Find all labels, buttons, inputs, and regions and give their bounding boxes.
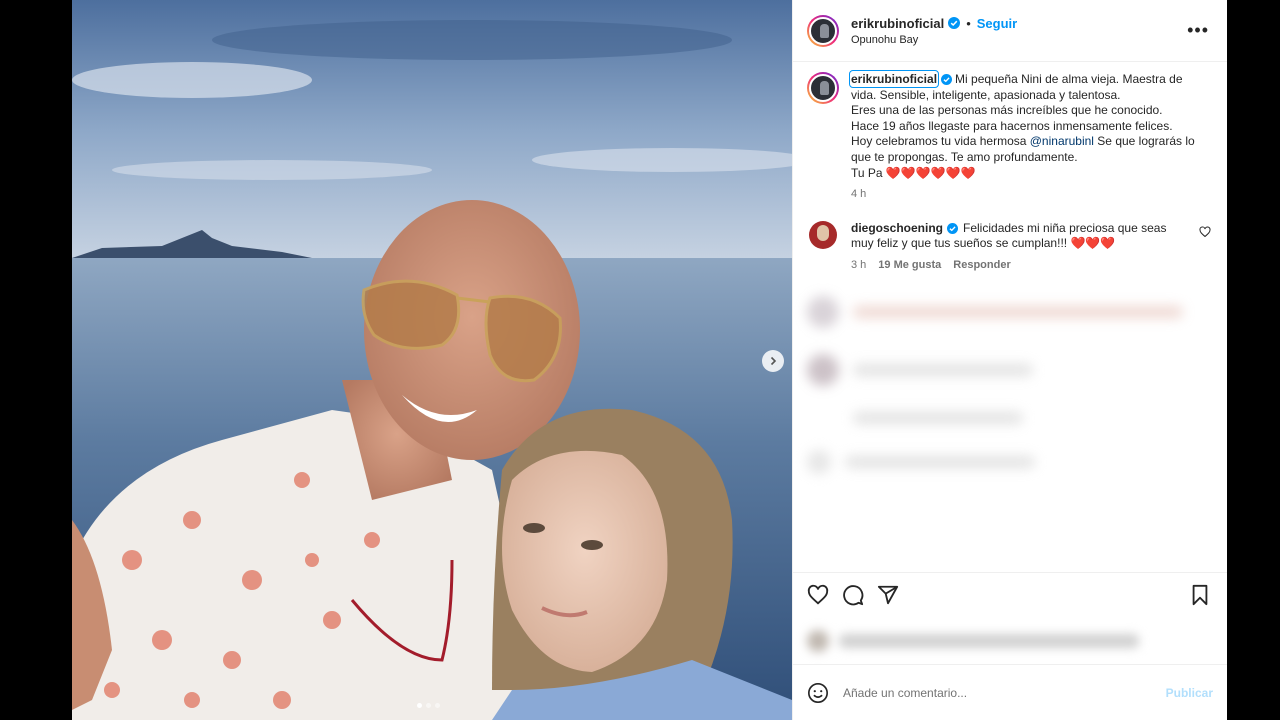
comment-input[interactable] (843, 685, 1166, 700)
photo-scene (72, 0, 792, 720)
emoji-icon (808, 682, 828, 703)
carousel-dot (435, 703, 440, 708)
caption-username[interactable]: erikrubinoficial (848, 70, 940, 88)
mention-link[interactable]: @ninarubinl (1030, 134, 1094, 148)
post-actions (793, 572, 1227, 618)
commenter-username[interactable]: diegoschoening (851, 221, 943, 235)
caption-text: Hoy celebramos tu vida hermosa (851, 134, 1030, 149)
carousel-next-button[interactable] (762, 350, 784, 372)
caption-signoff: Tu Pa ❤️❤️❤️❤️❤️❤️ (851, 165, 976, 180)
add-comment-bar: Publicar (793, 664, 1227, 720)
commenter-avatar[interactable] (809, 220, 837, 249)
post-header: erikrubinoficial • Seguir Opunohu Bay ••… (793, 0, 1227, 62)
more-options-button[interactable]: ••• (1183, 20, 1213, 41)
comment-likes[interactable]: 19 Me gusta (878, 258, 941, 274)
likes-summary-blurred (793, 618, 1227, 664)
comment-timestamp[interactable]: 3 h (851, 258, 866, 274)
reply-button[interactable]: Responder (953, 258, 1010, 274)
comments-section: erikrubinoficial Mi pequeña Nini de alma … (793, 62, 1227, 572)
comment-like-button[interactable] (1199, 225, 1213, 274)
bookmark-icon (1192, 584, 1208, 605)
save-button[interactable] (1189, 584, 1213, 608)
verified-badge-icon (948, 17, 961, 29)
verified-badge-icon (947, 222, 959, 235)
comment-item: diegoschoening Felicidades mi niña precio… (807, 220, 1213, 274)
post-side-panel: erikrubinoficial • Seguir Opunohu Bay ••… (792, 0, 1227, 720)
caption-text: Eres una de las personas más increíbles … (851, 103, 1163, 118)
publish-button[interactable]: Publicar (1166, 686, 1213, 700)
author-avatar[interactable] (807, 14, 839, 47)
separator-dot: • (966, 15, 971, 31)
caption-text: Hace 19 años llegaste para hacernos inme… (851, 118, 1173, 133)
blurred-comments (807, 295, 1213, 474)
like-button[interactable] (807, 584, 831, 608)
carousel-dot (417, 703, 422, 708)
comment-button[interactable] (842, 584, 866, 608)
caption-timestamp[interactable]: 4 h (851, 187, 1206, 203)
comment-icon (843, 584, 864, 605)
share-icon (877, 585, 899, 604)
author-username[interactable]: erikrubinoficial (851, 16, 944, 31)
post-location[interactable]: Opunohu Bay (851, 34, 1183, 46)
share-button[interactable] (877, 584, 901, 608)
carousel-dots (417, 703, 440, 708)
chevron-right-icon (770, 356, 777, 366)
verified-badge-icon (941, 74, 953, 86)
post-caption: erikrubinoficial Mi pequeña Nini de alma … (807, 70, 1213, 203)
emoji-button[interactable] (807, 682, 829, 704)
caption-avatar[interactable] (807, 72, 839, 104)
heart-icon (807, 584, 829, 604)
heart-icon (1199, 226, 1211, 237)
post-photo (72, 0, 792, 720)
post-dialog: erikrubinoficial • Seguir Opunohu Bay ••… (72, 0, 1227, 720)
follow-button[interactable]: Seguir (977, 16, 1017, 31)
carousel-dot (426, 703, 431, 708)
